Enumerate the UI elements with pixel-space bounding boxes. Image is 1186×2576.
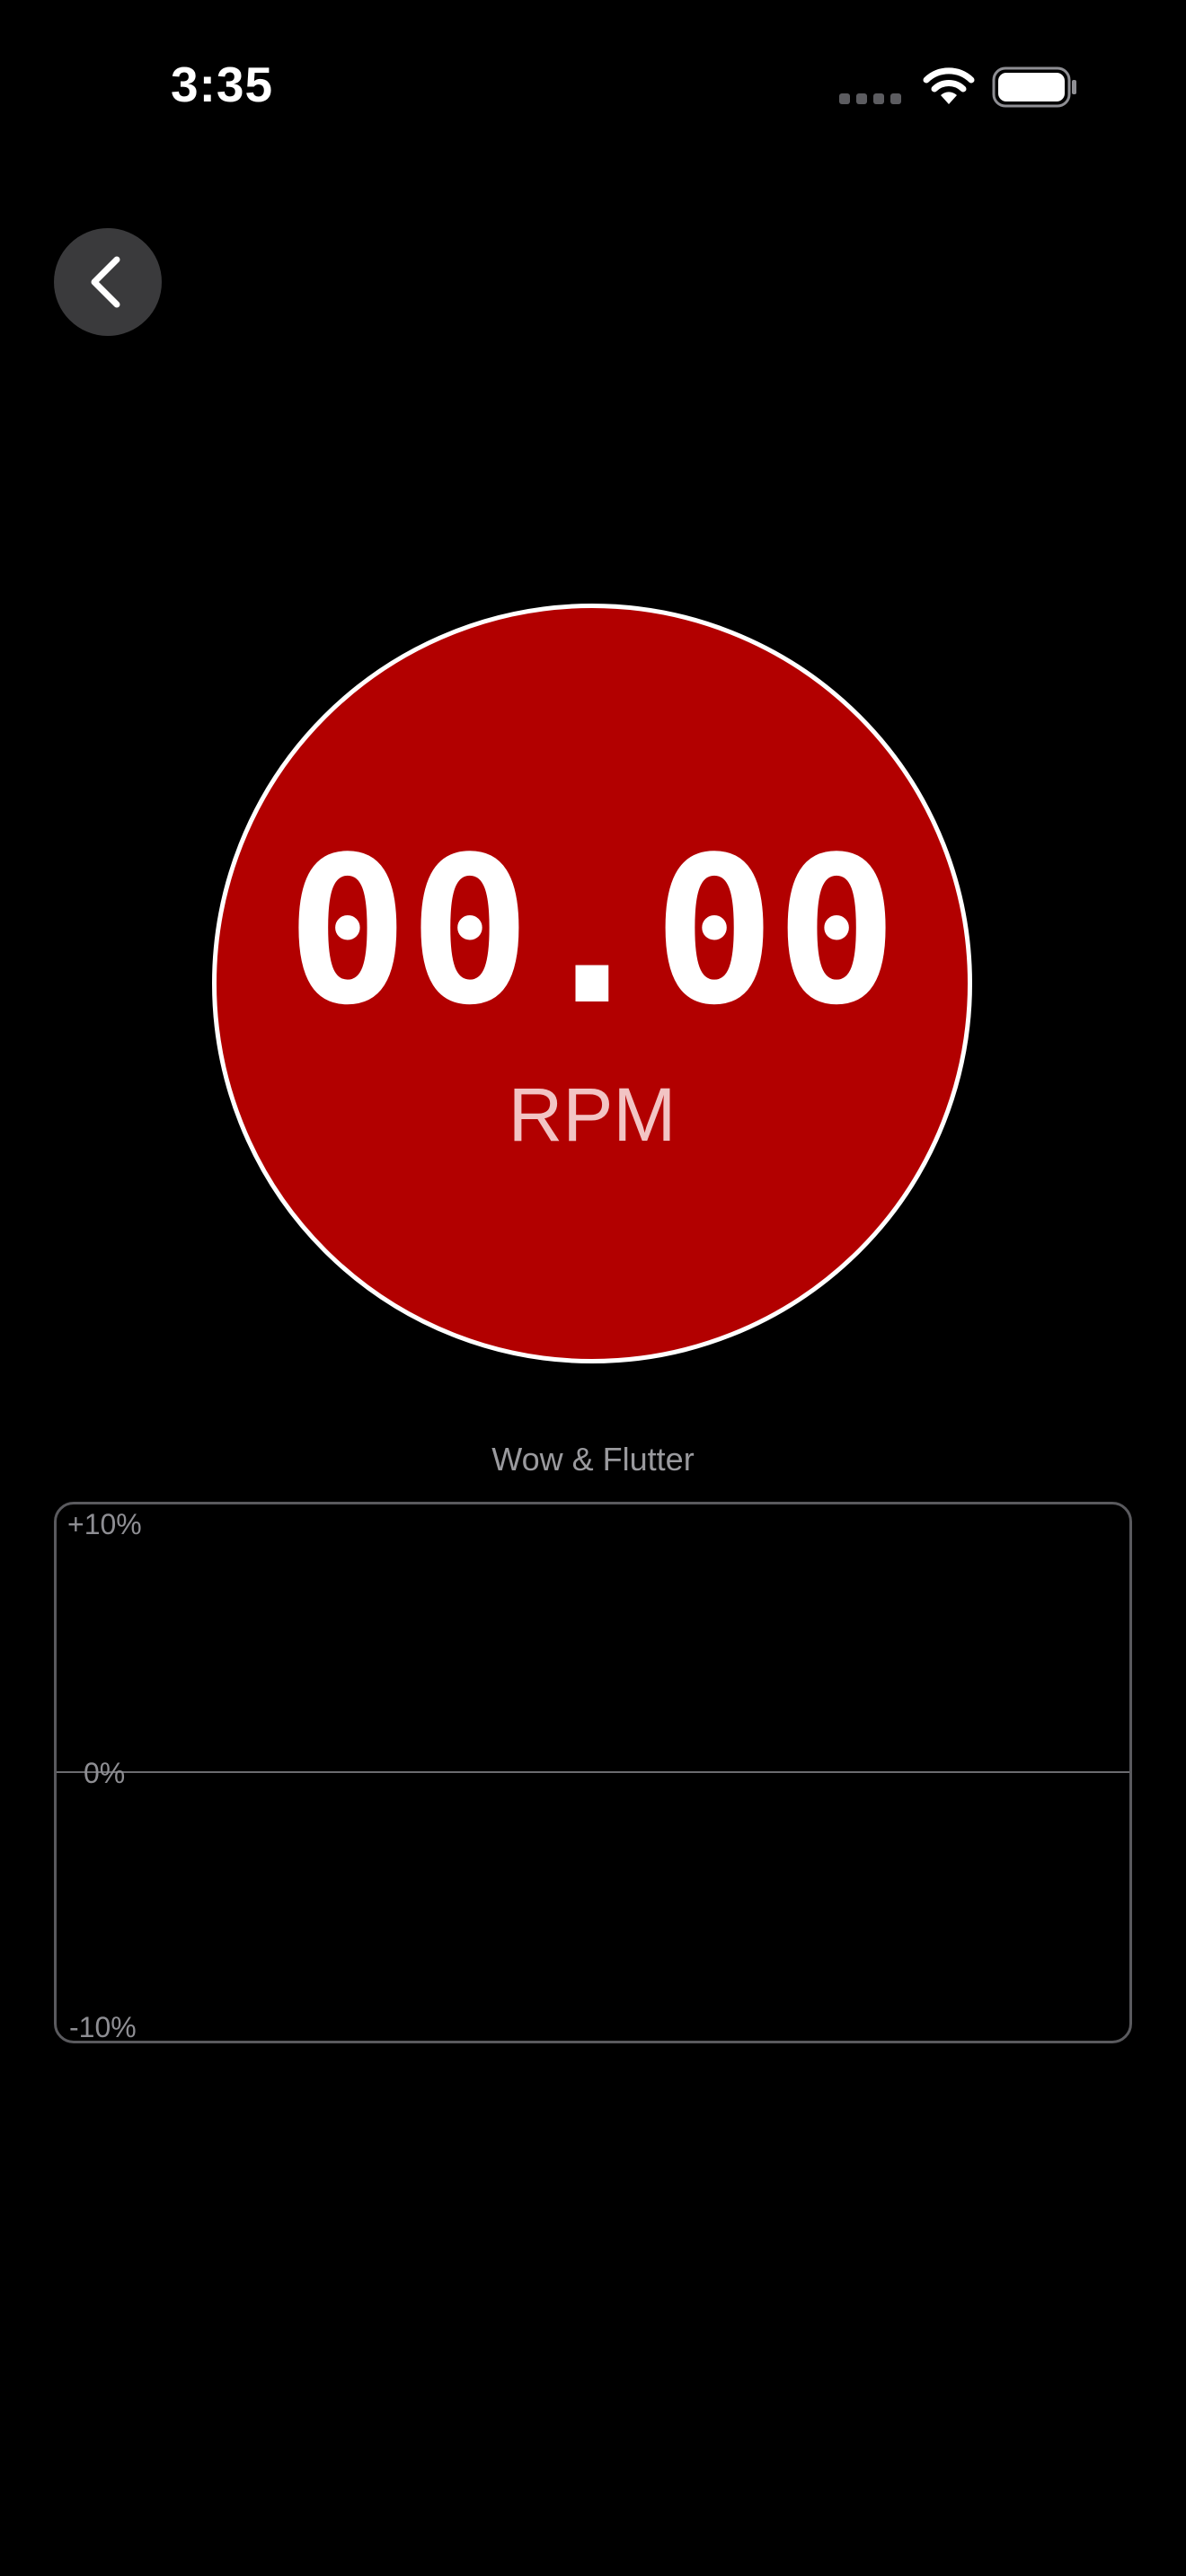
chevron-left-icon [91,256,120,308]
wifi-icon [923,67,975,104]
wow-flutter-chart: +10% 0% -10% [54,1502,1132,2043]
back-button[interactable] [54,228,162,336]
zero-baseline [57,1771,1129,1773]
status-time: 3:35 [171,57,274,112]
status-icons [839,66,1078,108]
battery-icon [992,66,1076,108]
rpm-value: 00.00 [286,814,898,1050]
rpm-unit-label: RPM [508,1072,677,1157]
y-tick-label-zero: 0% [84,1757,126,1789]
chart-title: Wow & Flutter [491,1441,695,1478]
rpm-dial: 00.00 RPM [212,604,972,1363]
y-tick-label-bottom: -10% [69,2011,137,2043]
y-tick-label-top: +10% [67,1508,142,1540]
signal-dots-icon [839,93,901,104]
